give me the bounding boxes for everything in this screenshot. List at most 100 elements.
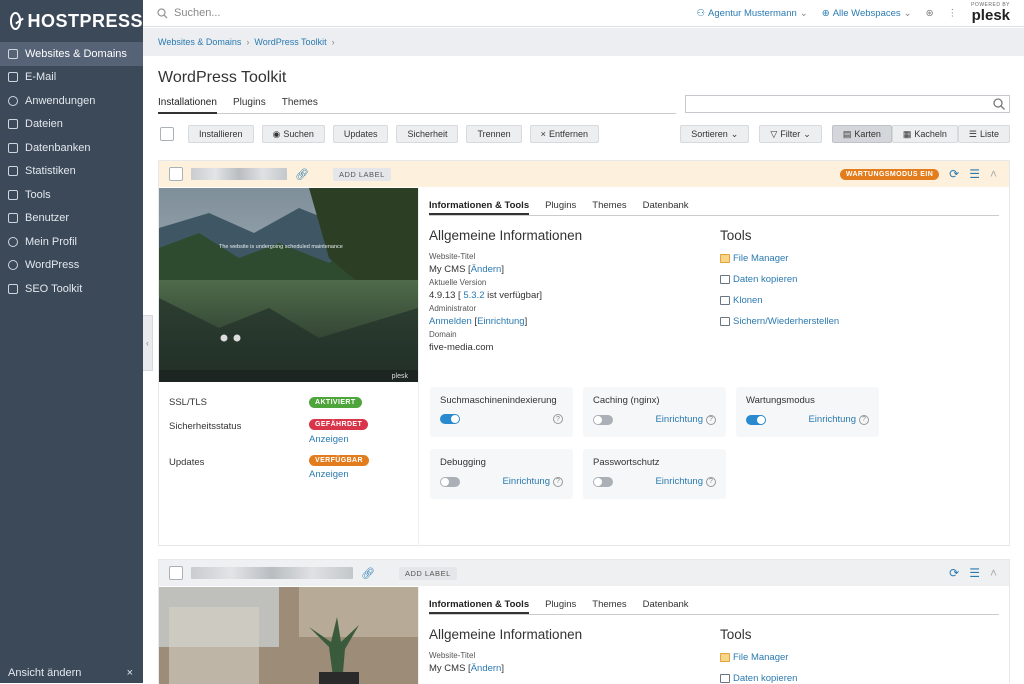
feature-password-protection: Passwortschutz Einrichtung? bbox=[583, 449, 726, 499]
sidebar-item-websites-domains[interactable]: Websites & Domains bbox=[0, 42, 143, 66]
tab-card-database[interactable]: Datenbank bbox=[643, 200, 689, 215]
filter-button[interactable]: ▽ Filter ⌄ bbox=[759, 125, 822, 143]
select-all-checkbox[interactable] bbox=[160, 127, 174, 141]
copy-data-link[interactable]: Daten kopieren bbox=[720, 274, 839, 285]
card-checkbox[interactable] bbox=[169, 167, 183, 181]
password-setup-link[interactable]: Einrichtung bbox=[655, 476, 703, 487]
change-title-link[interactable]: Ändern bbox=[471, 663, 502, 674]
tab-card-plugins[interactable]: Plugins bbox=[545, 200, 576, 215]
backup-restore-link[interactable]: Sichern/Wiederherstellen bbox=[720, 316, 839, 327]
view-list-button[interactable]: ☰ Liste bbox=[957, 125, 1010, 143]
caching-setup-link[interactable]: Einrichtung bbox=[655, 414, 703, 425]
maintenance-toggle[interactable] bbox=[746, 414, 766, 425]
add-label-button[interactable]: ADD LABEL bbox=[398, 566, 457, 580]
refresh-icon[interactable]: ⟳ bbox=[949, 167, 959, 181]
sidebar-collapse-handle[interactable]: ‹ bbox=[143, 315, 153, 371]
link-icon[interactable]: 🔗︎ bbox=[361, 567, 375, 580]
help-icon[interactable]: ? bbox=[553, 414, 563, 424]
link-icon[interactable]: 🔗︎ bbox=[295, 168, 309, 181]
tab-card-themes[interactable]: Themes bbox=[592, 599, 626, 614]
close-icon[interactable]: × bbox=[127, 667, 133, 679]
sidebar-item-dateien[interactable]: Dateien bbox=[0, 113, 143, 137]
maintenance-setup-link[interactable]: Einrichtung bbox=[808, 414, 856, 425]
add-label-button[interactable]: ADD LABEL bbox=[332, 167, 391, 181]
admin-login-link[interactable]: Anmelden bbox=[429, 316, 472, 327]
debugging-setup-link[interactable]: Einrichtung bbox=[502, 476, 550, 487]
sidebar-item-statistiken[interactable]: Statistiken bbox=[0, 160, 143, 184]
view-cards-button[interactable]: ▤ Karten bbox=[831, 125, 892, 143]
help-icon[interactable]: ? bbox=[859, 414, 869, 425]
file-manager-label: File Manager bbox=[733, 652, 789, 663]
updates-button[interactable]: Updates bbox=[332, 125, 389, 143]
tab-info-tools[interactable]: Informationen & Tools bbox=[429, 200, 530, 215]
refresh-icon[interactable]: ⟳ bbox=[949, 566, 959, 580]
sidebar-item-benutzer[interactable]: Benutzer bbox=[0, 207, 143, 231]
help-icon[interactable]: ? bbox=[553, 476, 563, 487]
webspaces-menu[interactable]: ⊕ Alle Webspaces ⌄ bbox=[822, 8, 912, 19]
tab-card-plugins[interactable]: Plugins bbox=[545, 599, 576, 614]
search-input[interactable]: Suchen... bbox=[174, 7, 220, 19]
change-view-bar[interactable]: Ansicht ändern × bbox=[0, 663, 143, 683]
security-button[interactable]: Sicherheit bbox=[396, 125, 459, 143]
debugging-toggle[interactable] bbox=[440, 476, 460, 487]
file-manager-link[interactable]: File Manager bbox=[720, 253, 839, 264]
detach-button[interactable]: Trennen bbox=[466, 125, 522, 143]
sidebar-item-e-mail[interactable]: E-Mail bbox=[0, 66, 143, 90]
help-icon[interactable]: ? bbox=[706, 414, 716, 425]
card-header: 🔗︎ ADD LABEL WARTUNGSMODUS EIN ⟳ ☰ ˄ bbox=[159, 161, 1009, 187]
search-indexing-toggle[interactable] bbox=[440, 414, 460, 424]
install-button[interactable]: Installieren bbox=[188, 125, 254, 143]
menu-icon[interactable]: ☰ bbox=[969, 566, 980, 580]
search-button[interactable]: ◉ Suchen bbox=[261, 125, 325, 143]
more-menu-button[interactable]: ⋮ bbox=[948, 8, 958, 19]
feature-name: Debugging bbox=[440, 457, 486, 468]
sidebar-item-anwendungen[interactable]: Anwendungen bbox=[0, 89, 143, 113]
breadcrumb-item[interactable]: WordPress Toolkit bbox=[254, 37, 326, 47]
chevron-up-icon[interactable]: ˄ bbox=[990, 167, 997, 181]
remove-button[interactable]: × Entfernen bbox=[529, 125, 599, 143]
caching-toggle[interactable] bbox=[593, 414, 613, 425]
column-divider bbox=[418, 188, 419, 546]
sidebar-item-seo-toolkit[interactable]: SEO Toolkit bbox=[0, 277, 143, 301]
domain-name-redacted[interactable] bbox=[191, 567, 353, 579]
chevron-up-icon[interactable]: ˄ bbox=[990, 566, 997, 580]
menu-icon[interactable]: ☰ bbox=[969, 167, 980, 181]
help-icon[interactable]: ? bbox=[706, 476, 716, 487]
user-menu[interactable]: ⚇ Agentur Mustermann ⌄ bbox=[697, 8, 808, 19]
file-manager-link[interactable]: File Manager bbox=[720, 652, 797, 663]
tab-plugins[interactable]: Plugins bbox=[233, 97, 266, 114]
sidebar-item-mein-profil[interactable]: Mein Profil bbox=[0, 230, 143, 254]
sidebar-item-tools[interactable]: Tools bbox=[0, 183, 143, 207]
site-preview-image[interactable]: The website is undergoing scheduled main… bbox=[159, 188, 418, 382]
admin-setup-link[interactable]: Einrichtung bbox=[477, 316, 525, 327]
sidebar-item-datenbanken[interactable]: Datenbanken bbox=[0, 136, 143, 160]
help-button[interactable]: ⊛ bbox=[926, 8, 934, 19]
tab-card-database[interactable]: Datenbank bbox=[643, 599, 689, 614]
domain-name-redacted[interactable] bbox=[191, 168, 287, 180]
breadcrumb-item[interactable]: Websites & Domains bbox=[158, 37, 241, 47]
change-title-link[interactable]: Ändern bbox=[471, 264, 502, 275]
clone-link[interactable]: Klonen bbox=[720, 295, 839, 306]
tab-info-tools[interactable]: Informationen & Tools bbox=[429, 599, 530, 614]
sort-button[interactable]: Sortieren ⌄ bbox=[680, 125, 750, 143]
domain-link[interactable]: five-media.com bbox=[429, 342, 999, 353]
tab-card-themes[interactable]: Themes bbox=[592, 200, 626, 215]
new-version-link[interactable]: 5.3.2 bbox=[463, 290, 484, 301]
tools-heading: Tools bbox=[720, 228, 752, 243]
brand-logo[interactable]: HOSTPRESS bbox=[0, 0, 143, 42]
updates-view-link[interactable]: Anzeigen bbox=[309, 469, 349, 480]
global-search[interactable]: Suchen... bbox=[143, 7, 697, 19]
card-checkbox[interactable] bbox=[169, 566, 183, 580]
tab-installations[interactable]: Installationen bbox=[158, 97, 217, 114]
site-preview-image[interactable] bbox=[159, 587, 418, 684]
password-protection-toggle[interactable] bbox=[593, 476, 613, 487]
security-view-link[interactable]: Anzeigen bbox=[309, 434, 349, 445]
filter-search-input[interactable] bbox=[685, 95, 1010, 113]
security-status-badge: GEFÄHRDET bbox=[309, 419, 369, 430]
tab-themes[interactable]: Themes bbox=[282, 97, 318, 114]
view-tiles-button[interactable]: ▦ Kacheln bbox=[891, 125, 958, 143]
tools-heading: Tools bbox=[720, 627, 752, 642]
search-icon[interactable] bbox=[993, 98, 1005, 110]
copy-data-link[interactable]: Daten kopieren bbox=[720, 673, 797, 684]
sidebar-item-wordpress[interactable]: WordPress bbox=[0, 254, 143, 278]
